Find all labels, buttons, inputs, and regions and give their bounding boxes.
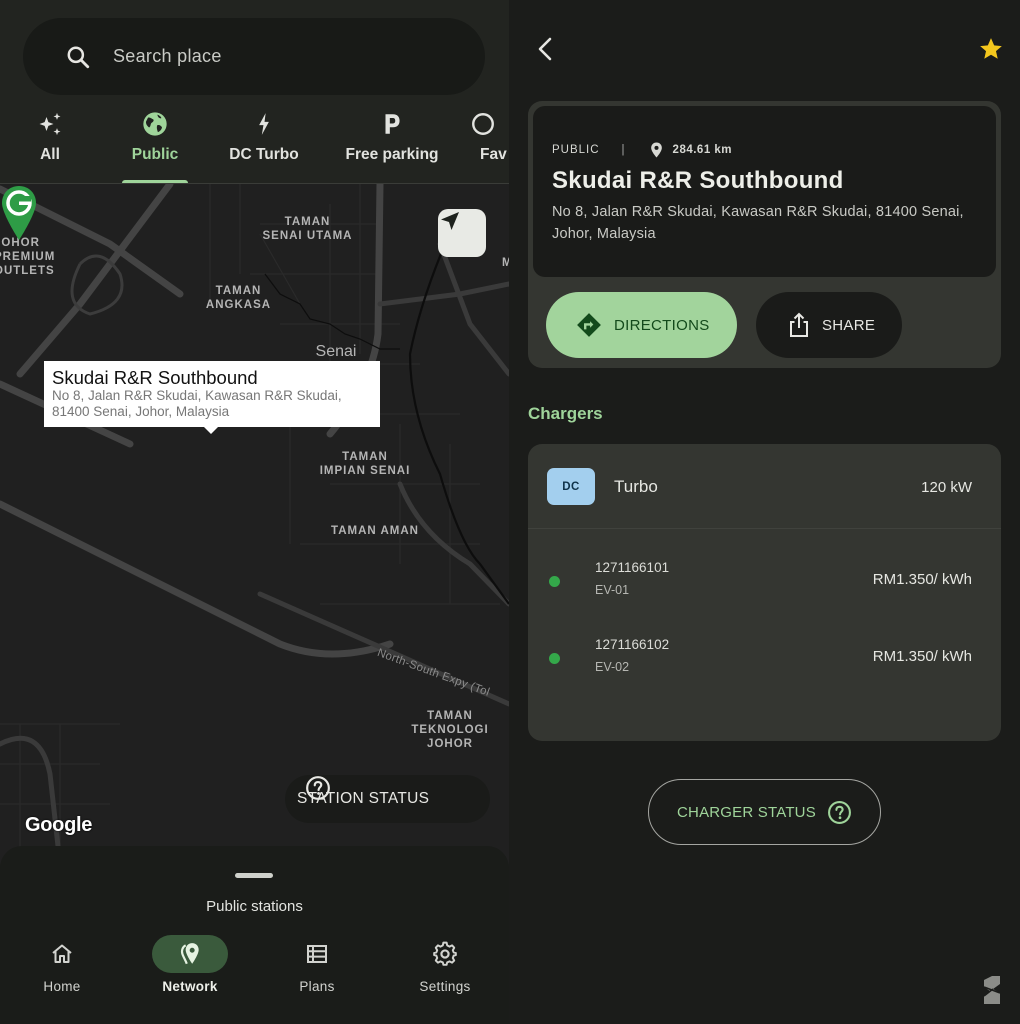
connector-id: 1271166101 <box>595 560 670 575</box>
watermark-logo-icon <box>983 976 1001 1004</box>
filter-tab-dc-turbo[interactable]: DC Turbo <box>214 106 314 184</box>
directions-icon <box>577 313 601 337</box>
nav-label: Plans <box>299 979 335 994</box>
station-status-button[interactable]: STATION STATUS <box>285 775 490 823</box>
filter-label: Free parking <box>345 146 439 163</box>
station-info-card: PUBLIC | 284.61 km Skudai R&R Southbound… <box>528 101 1001 368</box>
map-view[interactable]: JOHOR PREMIUM OUTLETS TAMAN SENAI UTAMA … <box>0 184 509 864</box>
callout-address: No 8, Jalan R&R Skudai, Kawasan R&R Skud… <box>52 388 342 419</box>
station-detail-screen: PUBLIC | 284.61 km Skudai R&R Southbound… <box>510 0 1020 1024</box>
map-label-senai-utama: TAMAN SENAI UTAMA <box>262 216 353 242</box>
charger-group-header: DC Turbo 120 kW <box>528 444 1001 529</box>
map-label-edge: M <box>502 257 509 269</box>
dc-badge: DC <box>547 468 595 505</box>
list-icon <box>307 945 327 963</box>
sheet-drag-handle[interactable] <box>235 873 273 878</box>
filter-tab-favorites[interactable]: Fav <box>470 106 509 184</box>
globe-icon <box>143 112 167 136</box>
nav-label: Settings <box>419 979 471 994</box>
connector-name: EV-01 <box>595 583 630 597</box>
station-name: Skudai R&R Southbound <box>552 167 844 194</box>
divider <box>0 183 509 184</box>
charger-status-label: CHARGER STATUS <box>677 803 816 821</box>
filter-tab-public[interactable]: Public <box>105 106 205 184</box>
map-screen: Search place All Public DC Turbo Free pa… <box>0 0 509 1024</box>
connector-id: 1271166102 <box>595 637 670 652</box>
connector-row[interactable]: 1271166102 EV-02 RM1.350/ kWh <box>528 631 1001 681</box>
share-label: SHARE <box>822 316 876 334</box>
station-summary: PUBLIC | 284.61 km Skudai R&R Southbound… <box>533 106 996 277</box>
directions-label: DIRECTIONS <box>614 316 710 334</box>
favorite-icon <box>472 113 494 135</box>
map-label-johor-premium: JOHOR PREMIUM OUTLETS <box>0 237 56 277</box>
parking-icon <box>385 114 400 134</box>
distance: 284.61 km <box>672 144 733 156</box>
status-dot-available <box>549 576 560 587</box>
sheet-title: Public stations <box>206 898 303 915</box>
filter-label: Fav <box>480 146 507 163</box>
connector-row[interactable]: 1271166101 EV-01 RM1.350/ kWh <box>528 554 1001 604</box>
map-label-teknologi: TAMAN TEKNOLOGI JOHOR <box>411 710 489 750</box>
bottom-sheet: Public stations Home Network Plans Setti… <box>0 846 509 1024</box>
nav-item-settings[interactable]: Settings <box>395 935 495 994</box>
top-bar: Search place All Public DC Turbo Free pa… <box>0 0 509 184</box>
map-label-senai: Senai <box>315 343 357 360</box>
share-button[interactable]: SHARE <box>756 292 902 358</box>
search-placeholder: Search place <box>113 46 222 66</box>
meta-separator: | <box>621 144 626 156</box>
map-label-aman: TAMAN AMAN <box>331 525 419 537</box>
charger-status-button[interactable]: CHARGER STATUS <box>648 779 881 845</box>
charger-power: 120 kW <box>921 479 972 496</box>
favorite-star-icon[interactable] <box>978 36 1004 62</box>
filter-tab-all[interactable]: All <box>10 106 90 184</box>
my-location-button[interactable] <box>438 209 486 257</box>
share-icon <box>790 312 808 337</box>
filter-label: All <box>40 146 60 163</box>
charger-type: Turbo <box>614 477 658 496</box>
nav-item-plans[interactable]: Plans <box>267 935 367 994</box>
help-icon <box>306 776 330 800</box>
nav-item-home[interactable]: Home <box>12 935 112 994</box>
charger-group-card: DC Turbo 120 kW 1271166101 EV-01 RM1.350… <box>528 444 1001 741</box>
map-label-impian-senai: TAMAN IMPIAN SENAI <box>319 451 411 477</box>
google-attribution: Google <box>25 814 93 836</box>
station-address: No 8, Jalan R&R Skudai, Kawasan R&R Skud… <box>552 204 964 242</box>
location-pin-icon <box>180 943 199 965</box>
station-marker[interactable] <box>0 184 38 242</box>
nav-item-network[interactable]: Network <box>140 935 240 994</box>
location-pin-icon <box>650 142 662 158</box>
sparkles-icon <box>39 112 61 136</box>
status-dot-available <box>549 653 560 664</box>
map-label-angkasa: TAMAN ANGKASA <box>205 285 272 311</box>
connector-price: RM1.350/ kWh <box>872 571 972 588</box>
back-button[interactable] <box>532 34 558 64</box>
nav-label: Network <box>162 979 218 994</box>
access-type: PUBLIC <box>552 144 600 156</box>
chargers-heading: Chargers <box>528 404 603 423</box>
search-icon <box>67 46 90 68</box>
filter-tab-free-parking[interactable]: Free parking <box>333 106 451 184</box>
filter-label: DC Turbo <box>229 146 299 163</box>
connector-price: RM1.350/ kWh <box>872 648 972 665</box>
filter-label: Public <box>131 146 179 163</box>
nav-label: Home <box>43 979 81 994</box>
home-icon <box>52 944 72 963</box>
station-callout[interactable]: Skudai R&R Southbound No 8, Jalan R&R Sk… <box>44 361 380 434</box>
navigation-arrow-icon <box>441 212 459 230</box>
help-icon <box>827 800 851 824</box>
search-input[interactable]: Search place <box>23 18 485 95</box>
connector-name: EV-02 <box>595 660 630 674</box>
callout-title: Skudai R&R Southbound <box>52 367 258 388</box>
station-meta: PUBLIC | 284.61 km <box>552 142 732 158</box>
gear-icon <box>433 941 457 966</box>
filter-tabs: All Public DC Turbo Free parking Fav <box>0 106 509 184</box>
bolt-icon <box>259 113 269 135</box>
directions-button[interactable]: DIRECTIONS <box>546 292 737 358</box>
